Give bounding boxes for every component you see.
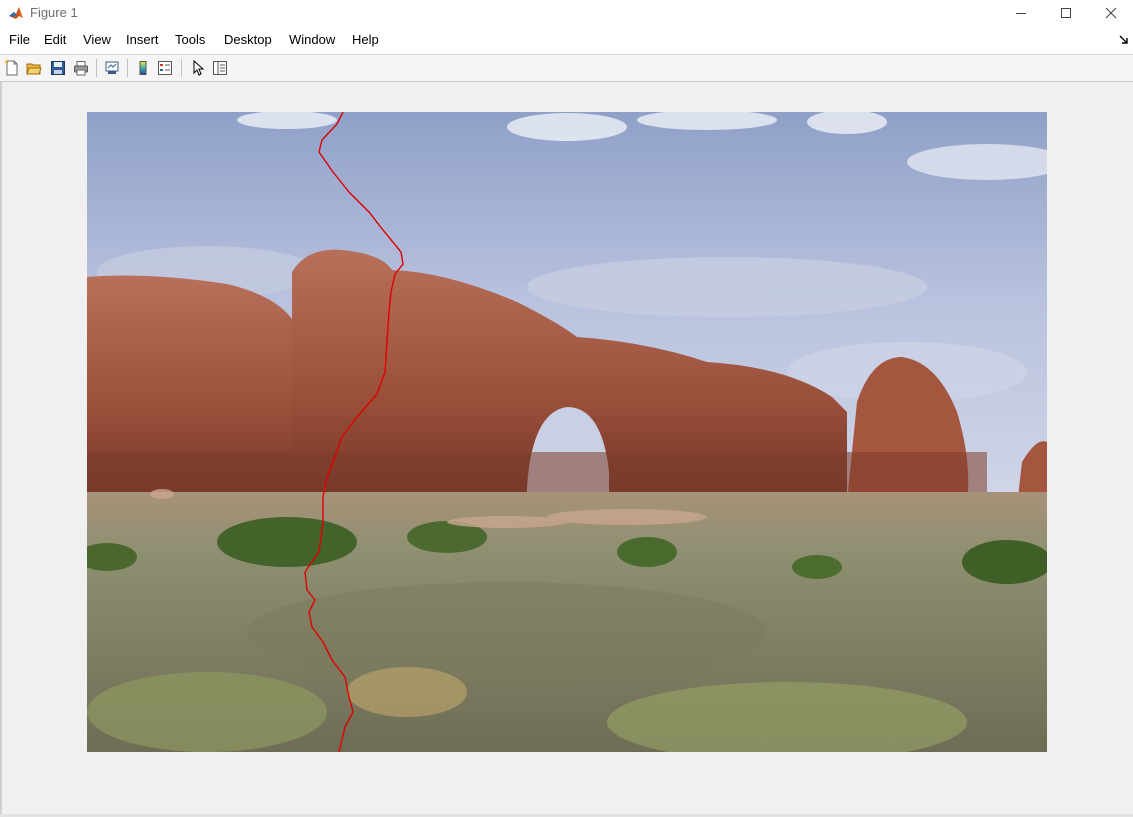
save-button[interactable] <box>48 58 68 78</box>
link-plot-button[interactable] <box>102 58 122 78</box>
menu-insert[interactable]: Insert <box>126 32 159 47</box>
property-inspector-icon <box>213 61 227 75</box>
window-edge <box>0 82 2 815</box>
edit-plot-pointer-icon <box>193 60 205 76</box>
property-inspector-button[interactable] <box>210 58 230 78</box>
print-button[interactable] <box>71 58 91 78</box>
title-bar: Figure 1 <box>0 0 1133 26</box>
minimize-icon <box>1015 13 1026 14</box>
open-file-icon <box>26 63 42 75</box>
print-icon <box>74 61 88 76</box>
menu-desktop[interactable]: Desktop <box>224 32 272 47</box>
save-icon <box>51 61 65 75</box>
menu-tools[interactable]: Tools <box>175 32 205 47</box>
menu-window[interactable]: Window <box>289 32 335 47</box>
toolbar-separator <box>96 59 97 77</box>
close-icon <box>1105 7 1116 19</box>
menu-file[interactable]: File <box>9 32 30 47</box>
new-figure-button[interactable] <box>2 58 22 78</box>
edit-plot-button[interactable] <box>188 58 208 78</box>
insert-legend-icon <box>158 61 172 75</box>
close-button[interactable] <box>1088 0 1133 26</box>
minimize-button[interactable] <box>998 0 1043 26</box>
dock-arrow-icon[interactable] <box>1119 35 1129 45</box>
insert-legend-button[interactable] <box>155 58 175 78</box>
toolbar-separator <box>181 59 182 77</box>
menu-bar: File Edit View Insert Tools Desktop Wind… <box>0 26 1133 55</box>
new-figure-icon <box>5 60 18 76</box>
insert-colorbar-icon <box>139 61 147 75</box>
insert-colorbar-button[interactable] <box>133 58 153 78</box>
toolbar-separator <box>127 59 128 77</box>
window-title: Figure 1 <box>30 5 78 20</box>
matlab-icon <box>8 5 24 21</box>
toolbar <box>0 55 1133 82</box>
menu-edit[interactable]: Edit <box>44 32 66 47</box>
maximize-button[interactable] <box>1043 0 1088 26</box>
menu-view[interactable]: View <box>83 32 111 47</box>
menu-help[interactable]: Help <box>352 32 379 47</box>
link-plot-icon <box>105 61 119 74</box>
figure-image[interactable] <box>87 112 1047 752</box>
maximize-icon <box>1060 8 1071 18</box>
open-file-button[interactable] <box>24 58 44 78</box>
